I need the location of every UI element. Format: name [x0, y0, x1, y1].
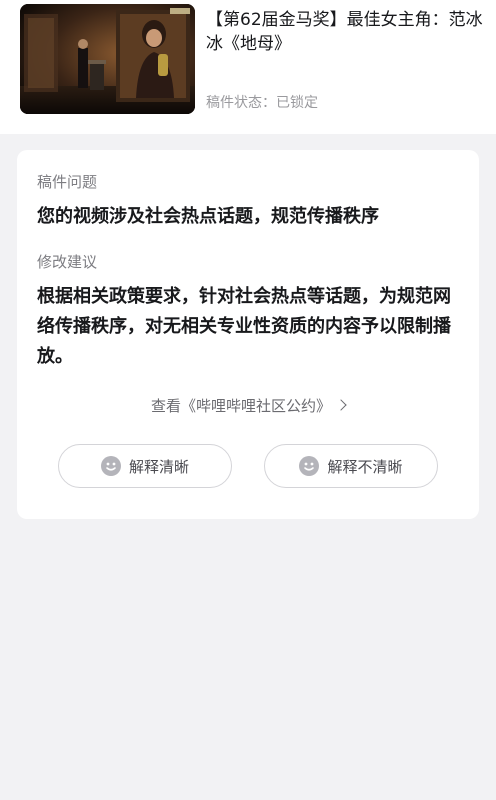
chevron-right-icon	[335, 399, 347, 411]
explanation-clear-button[interactable]: 解释清晰	[58, 444, 232, 488]
status-value: 已锁定	[276, 95, 318, 111]
video-card[interactable]: 【第62届金马奖】最佳女主角：范冰冰《地母》 稿件状态：已锁定	[0, 0, 496, 134]
smile-icon	[100, 456, 121, 476]
video-thumbnail[interactable]	[20, 4, 195, 114]
status-line: 稿件状态：已锁定	[206, 93, 318, 113]
status-label: 稿件状态：	[206, 95, 276, 111]
guidelines-link-text: 查看《哔哩哔哩社区公约》	[150, 397, 331, 415]
explanation-clear-label: 解释清晰	[128, 457, 189, 476]
video-title: 【第62届金马奖】最佳女主角：范冰冰《地母》	[206, 10, 483, 54]
problem-text: 您的视频涉及社会热点话题，规范传播秩序	[37, 206, 379, 227]
review-card: 稿件问题 您的视频涉及社会热点话题，规范传播秩序 修改建议 根据相关政策要求，针…	[17, 150, 479, 519]
smile-icon	[299, 456, 320, 476]
community-guidelines-link[interactable]: 查看《哔哩哔哩社区公约》	[17, 396, 479, 416]
suggestion-label: 修改建议	[37, 253, 98, 271]
problem-label: 稿件问题	[37, 173, 98, 191]
explanation-unclear-label: 解释不清晰	[327, 457, 403, 476]
explanation-unclear-button[interactable]: 解释不清晰	[264, 444, 438, 488]
suggestion-text: 根据相关政策要求，针对社会热点等话题，为规范网络传播秩序，对无相关专业性资质的内…	[37, 286, 451, 367]
